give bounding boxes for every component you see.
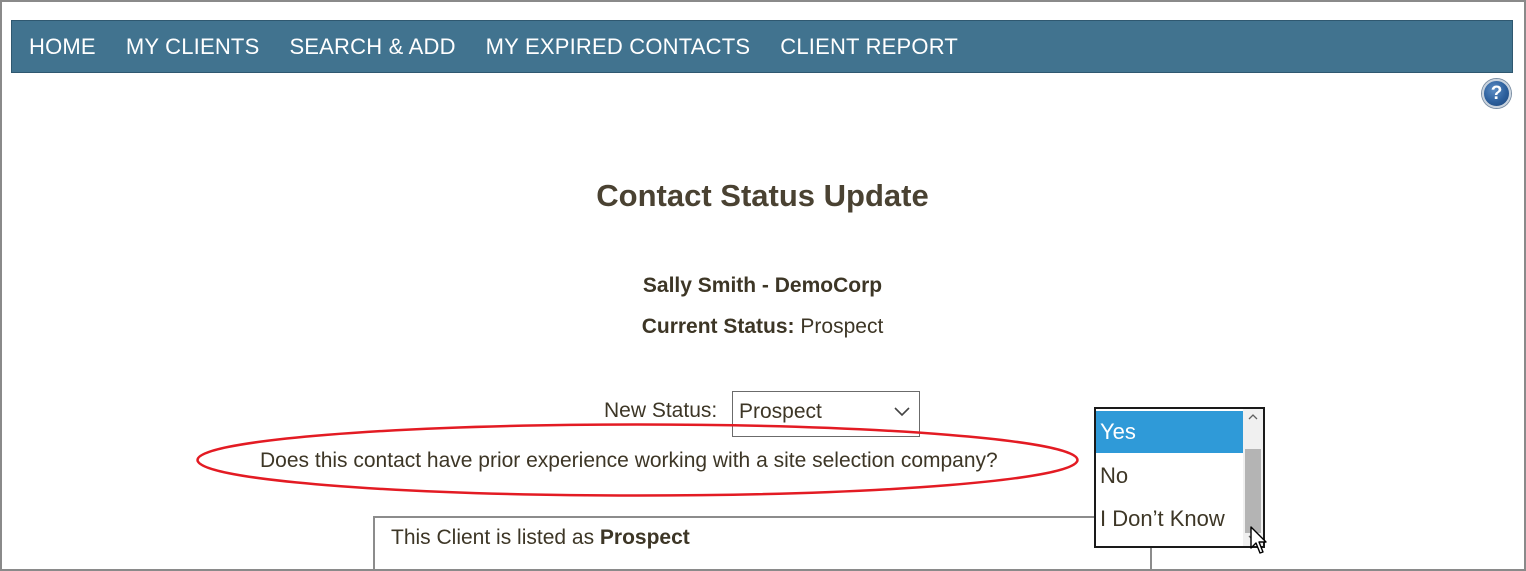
scroll-up-arrow-icon[interactable] <box>1247 412 1259 422</box>
current-status-label: Current Status: <box>641 315 795 338</box>
mouse-pointer-icon <box>1250 526 1267 554</box>
current-status-value: Prospect <box>800 315 884 338</box>
option-no[interactable]: No <box>1096 455 1245 497</box>
page-title: Contact Status Update <box>596 178 929 213</box>
client-info-box: This Client is listed as Prospect <box>373 516 1152 569</box>
option-yes[interactable]: Yes <box>1096 411 1245 453</box>
nav-home[interactable]: HOME <box>29 34 96 60</box>
scrollbar-thumb[interactable] <box>1245 449 1261 533</box>
info-box-status: Prospect <box>599 526 690 549</box>
top-nav-bar: HOME MY CLIENTS SEARCH & ADD MY EXPIRED … <box>11 20 1513 73</box>
help-icon[interactable]: ? <box>1482 79 1511 108</box>
info-box-text: This Client is listed as Prospect <box>391 526 690 550</box>
new-status-label: New Status: <box>604 399 718 422</box>
nav-search-add[interactable]: SEARCH & ADD <box>289 34 455 60</box>
app-window: HOME MY CLIENTS SEARCH & ADD MY EXPIRED … <box>0 0 1526 571</box>
new-status-value: Prospect <box>739 400 822 423</box>
client-name: Sally Smith - DemoCorp <box>642 274 883 297</box>
nav-my-expired-contacts[interactable]: MY EXPIRED CONTACTS <box>486 34 751 60</box>
info-box-prefix: This Client is listed as <box>391 526 595 549</box>
nav-my-clients[interactable]: MY CLIENTS <box>126 34 260 60</box>
answer-dropdown-list[interactable]: Yes No I Don’t Know <box>1094 407 1265 548</box>
nav-client-report[interactable]: CLIENT REPORT <box>780 34 958 60</box>
prior-experience-question: Does this contact have prior experience … <box>260 449 998 472</box>
chevron-down-icon <box>894 407 910 417</box>
current-status: Current Status: Prospect <box>2 315 1523 339</box>
option-i-dont-know[interactable]: I Don’t Know <box>1096 498 1245 540</box>
